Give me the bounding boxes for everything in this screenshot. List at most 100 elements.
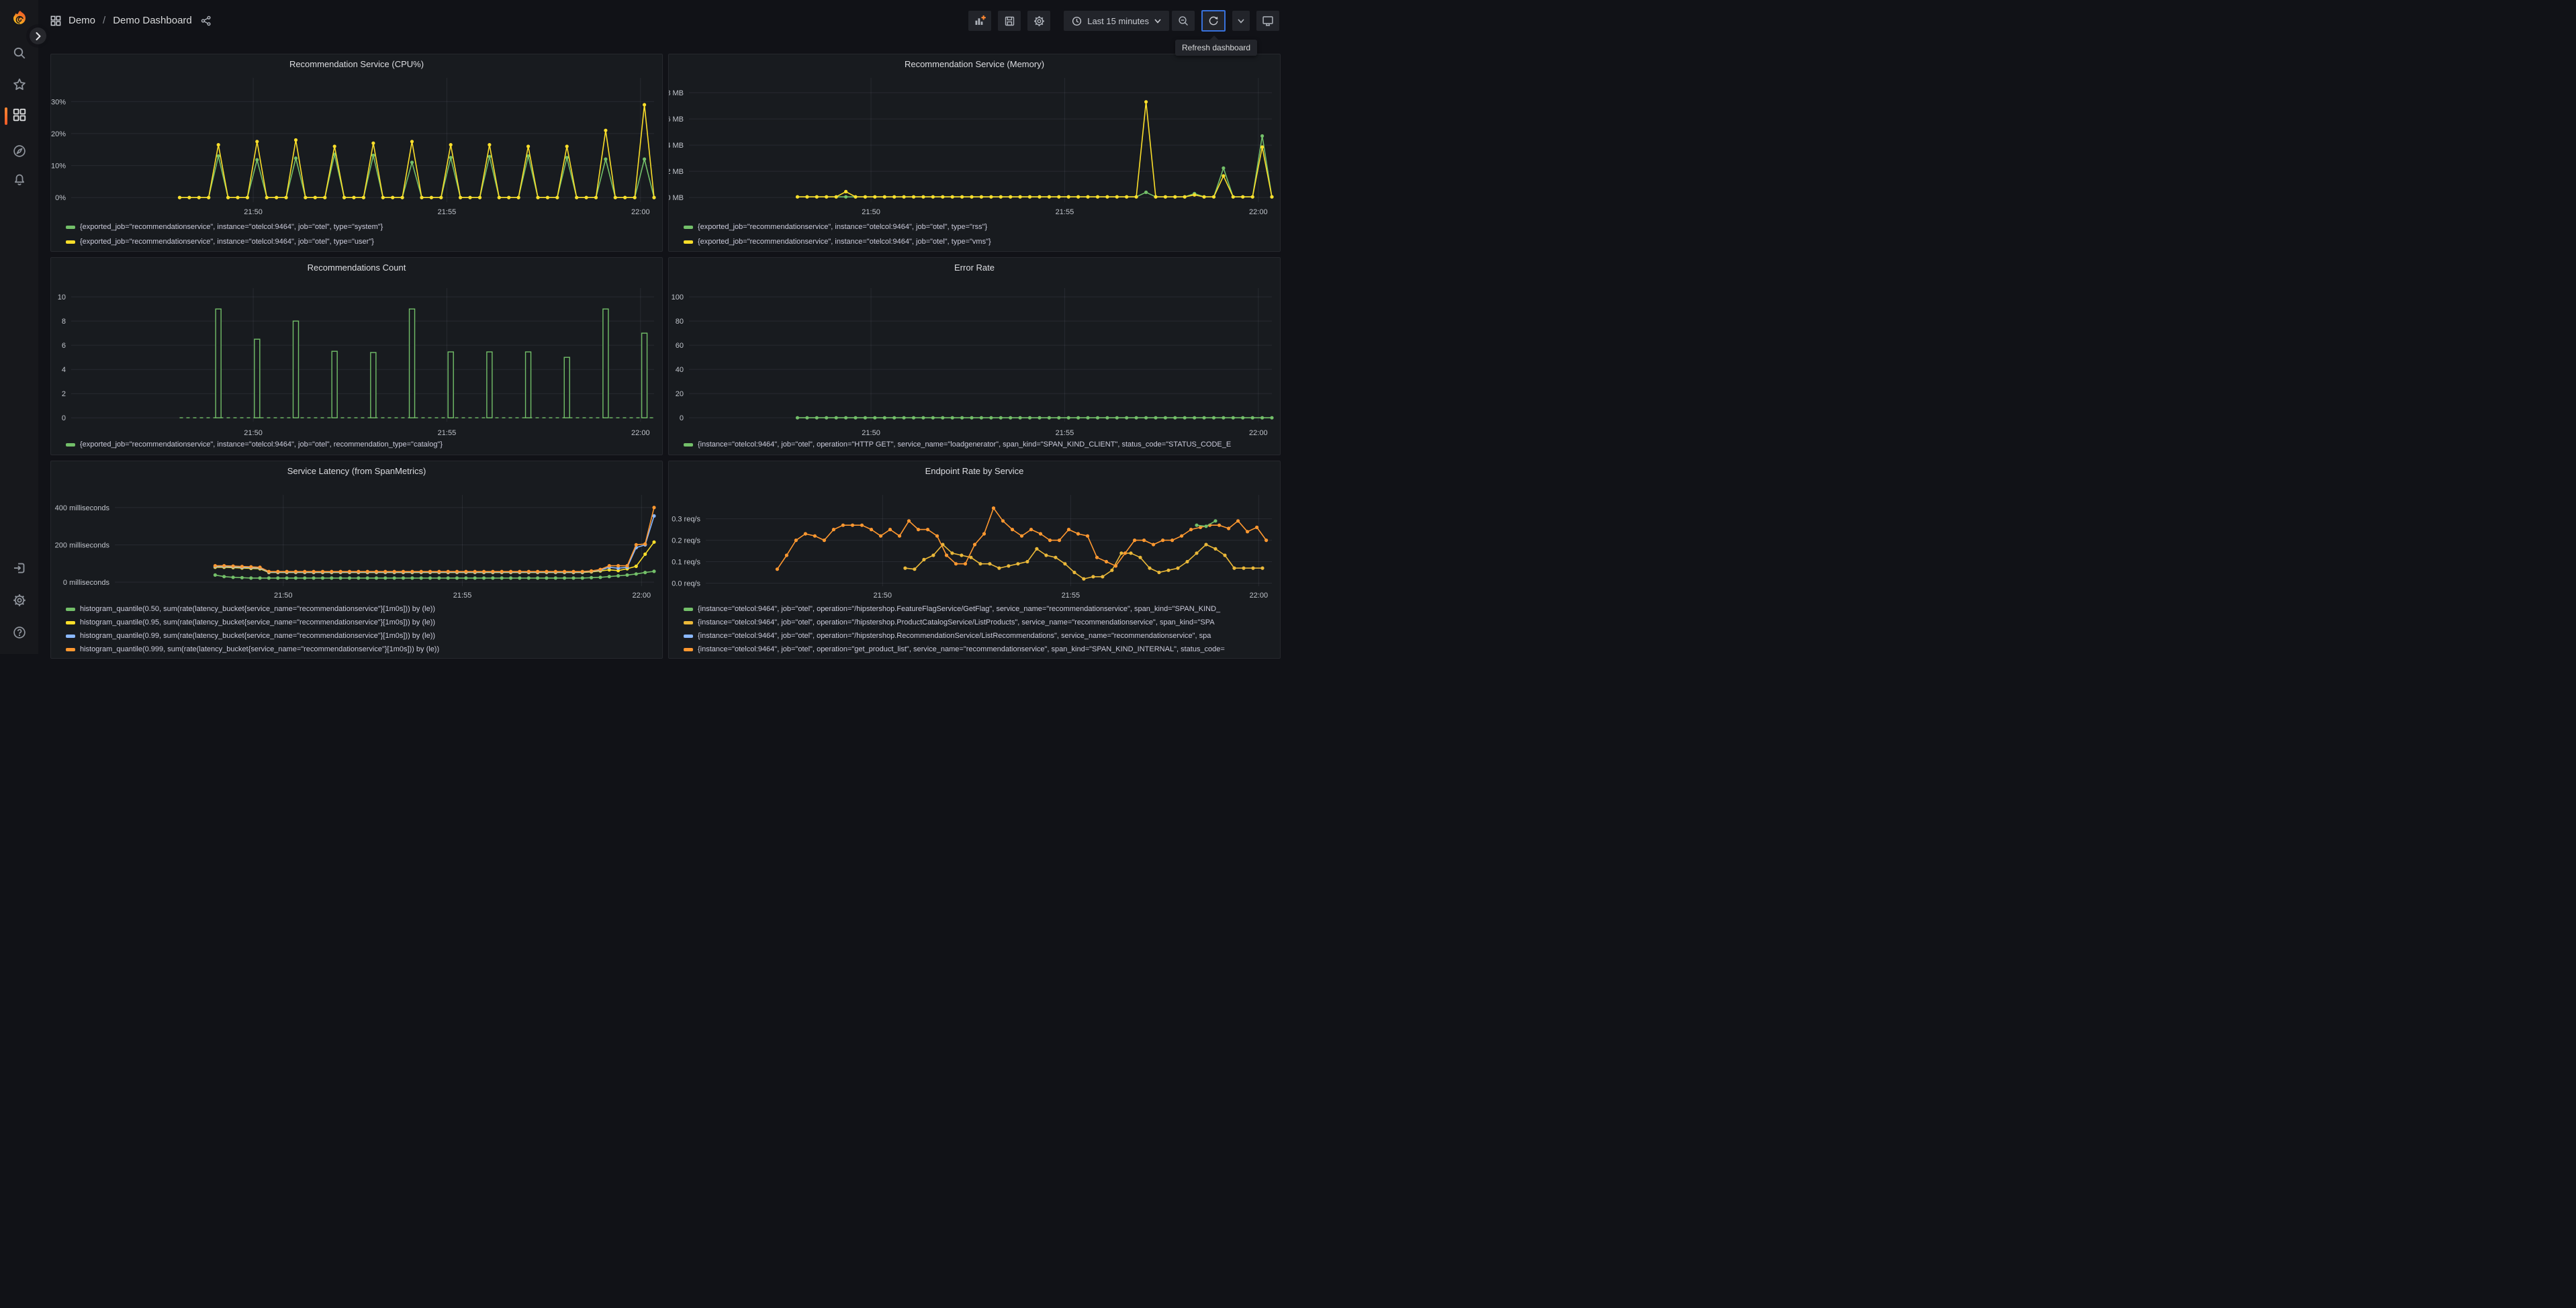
breadcrumb-page[interactable]: Demo Dashboard: [113, 15, 192, 26]
legend-item[interactable]: {exported_job="recommendationservice", i…: [66, 234, 658, 249]
legend-label: histogram_quantile(0.50, sum(rate(latenc…: [80, 605, 436, 613]
svg-text:22:00: 22:00: [631, 429, 650, 437]
legend-item[interactable]: histogram_quantile(0.99, sum(rate(latenc…: [66, 629, 658, 643]
panel-error-rate: Error Rate 0 20 40 60 80 100 21:50 21:55 22:00 {…: [668, 257, 1281, 455]
legend-swatch: [66, 620, 75, 624]
dashboards-icon[interactable]: [0, 108, 38, 122]
svg-text:22:00: 22:00: [631, 208, 650, 216]
svg-text:60: 60: [676, 342, 684, 350]
save-dashboard-button[interactable]: [998, 11, 1021, 31]
svg-text:40: 40: [676, 366, 684, 374]
legend-swatch: [66, 647, 75, 651]
time-range-picker[interactable]: Last 15 minutes: [1064, 11, 1169, 31]
legend-swatch: [684, 634, 693, 638]
zoom-out-button[interactable]: [1172, 11, 1195, 31]
legend-label: {instance="otelcol:9464", job="otel", op…: [698, 645, 1225, 653]
sidebar: [0, 0, 38, 654]
dashboard-settings-button[interactable]: [1027, 11, 1051, 31]
count-chart[interactable]: 0 2 4 6 8 10 21:50 21:55 22:00: [51, 258, 662, 455]
explore-icon[interactable]: [0, 144, 38, 158]
svg-text:0 MB: 0 MB: [669, 194, 684, 202]
svg-text:21:55: 21:55: [1056, 208, 1074, 216]
refresh-button[interactable]: [1201, 10, 1226, 32]
chevron-right-icon: [36, 32, 40, 40]
grafana-logo[interactable]: [11, 10, 28, 28]
legend-label: histogram_quantile(0.95, sum(rate(latenc…: [80, 618, 436, 626]
svg-text:21:55: 21:55: [453, 592, 472, 600]
legend-item[interactable]: histogram_quantile(0.999, sum(rate(laten…: [66, 643, 658, 656]
svg-text:400 milliseconds: 400 milliseconds: [55, 504, 110, 512]
alerting-icon[interactable]: [0, 173, 38, 186]
svg-text:21:50: 21:50: [274, 592, 293, 600]
refresh-tooltip: Refresh dashboard: [1175, 36, 1258, 56]
legend-swatch: [684, 647, 693, 651]
legend-swatch: [66, 607, 75, 611]
star-icon[interactable]: [0, 78, 38, 91]
error-rate-chart[interactable]: 0 20 40 60 80 100 21:50 21:55 22:00: [669, 258, 1280, 455]
legend-label: histogram_quantile(0.999, sum(rate(laten…: [80, 645, 440, 653]
legend-label: {instance="otelcol:9464", job="otel", op…: [698, 632, 1211, 640]
svg-text:0 milliseconds: 0 milliseconds: [63, 579, 110, 587]
legend-label: histogram_quantile(0.99, sum(rate(latenc…: [80, 632, 436, 640]
svg-text:21:55: 21:55: [438, 208, 457, 216]
legend-label: {exported_job="recommendationservice", i…: [80, 238, 374, 246]
add-panel-icon: [975, 15, 986, 26]
legend-swatch: [66, 442, 75, 447]
search-icon[interactable]: [0, 46, 38, 60]
svg-text:0.2 req/s: 0.2 req/s: [672, 537, 700, 545]
svg-text:20: 20: [676, 390, 684, 398]
refresh-interval-dropdown[interactable]: [1232, 11, 1250, 31]
sign-in-icon[interactable]: [0, 561, 38, 575]
legend-item[interactable]: {instance="otelcol:9464", job="otel", op…: [684, 643, 1276, 656]
svg-text:0.0 req/s: 0.0 req/s: [672, 579, 700, 588]
legend-label: {instance="otelcol:9464", job="otel", op…: [698, 440, 1232, 449]
svg-text:200 milliseconds: 200 milliseconds: [55, 541, 110, 549]
panel-legend: {instance="otelcol:9464", job="otel", op…: [684, 602, 1276, 656]
legend-swatch: [684, 620, 693, 624]
settings-icon[interactable]: [0, 594, 38, 607]
svg-text:2: 2: [62, 390, 66, 398]
legend-label: {exported_job="recommendationservice", i…: [698, 238, 991, 246]
legend-label: {exported_job="recommendationservice", i…: [80, 223, 383, 231]
svg-text:21:50: 21:50: [873, 592, 892, 600]
legend-swatch: [684, 240, 693, 244]
breadcrumb-separator: /: [103, 15, 106, 26]
kiosk-mode-button[interactable]: [1256, 11, 1279, 31]
svg-text:22:00: 22:00: [633, 592, 651, 600]
save-icon: [1005, 16, 1014, 26]
svg-text:22:00: 22:00: [1249, 429, 1268, 437]
legend-item[interactable]: {instance="otelcol:9464", job="otel", op…: [684, 602, 1276, 616]
legend-swatch: [66, 240, 75, 244]
legend-item[interactable]: {instance="otelcol:9464", job="otel", op…: [684, 629, 1276, 643]
legend-item[interactable]: histogram_quantile(0.50, sum(rate(latenc…: [66, 602, 658, 616]
legend-swatch: [66, 225, 75, 229]
legend-swatch: [684, 607, 693, 611]
share-icon[interactable]: [201, 15, 212, 26]
svg-text:10: 10: [58, 293, 66, 301]
chevron-down-icon: [1154, 18, 1161, 24]
legend-item[interactable]: {exported_job="recommendationservice", i…: [66, 438, 658, 451]
svg-text:4 MB: 4 MB: [669, 142, 684, 150]
legend-item[interactable]: histogram_quantile(0.95, sum(rate(latenc…: [66, 616, 658, 629]
svg-text:8: 8: [62, 318, 66, 326]
help-icon[interactable]: [0, 626, 38, 639]
expand-sidebar-button[interactable]: [30, 28, 46, 44]
add-panel-button[interactable]: [968, 11, 992, 31]
grafana-dashboard: { "header": { "breadcrumb": {"section": …: [0, 0, 1288, 659]
svg-text:22:00: 22:00: [1249, 208, 1268, 216]
legend-item[interactable]: {exported_job="recommendationservice", i…: [684, 220, 1276, 234]
svg-text:0%: 0%: [55, 194, 66, 202]
legend-item[interactable]: {exported_job="recommendationservice", i…: [66, 220, 658, 234]
toolbar: Last 15 minutes: [968, 10, 1279, 32]
panel-legend: {instance="otelcol:9464", job="otel", op…: [684, 438, 1276, 451]
panel-endpoint-rate: Endpoint Rate by Service 0.0 req/s 0.1 re…: [668, 461, 1281, 659]
svg-text:10%: 10%: [51, 162, 66, 171]
svg-text:21:55: 21:55: [1062, 592, 1080, 600]
legend-item[interactable]: {instance="otelcol:9464", job="otel", op…: [684, 616, 1276, 629]
svg-text:0: 0: [62, 414, 66, 422]
legend-item[interactable]: {exported_job="recommendationservice", i…: [684, 234, 1276, 249]
legend-item[interactable]: {instance="otelcol:9464", job="otel", op…: [684, 438, 1276, 451]
header: Demo / Demo Dashboard Last 15 minutes: [38, 0, 1288, 41]
legend-label: {instance="otelcol:9464", job="otel", op…: [698, 605, 1221, 613]
breadcrumb-section[interactable]: Demo: [68, 15, 95, 26]
